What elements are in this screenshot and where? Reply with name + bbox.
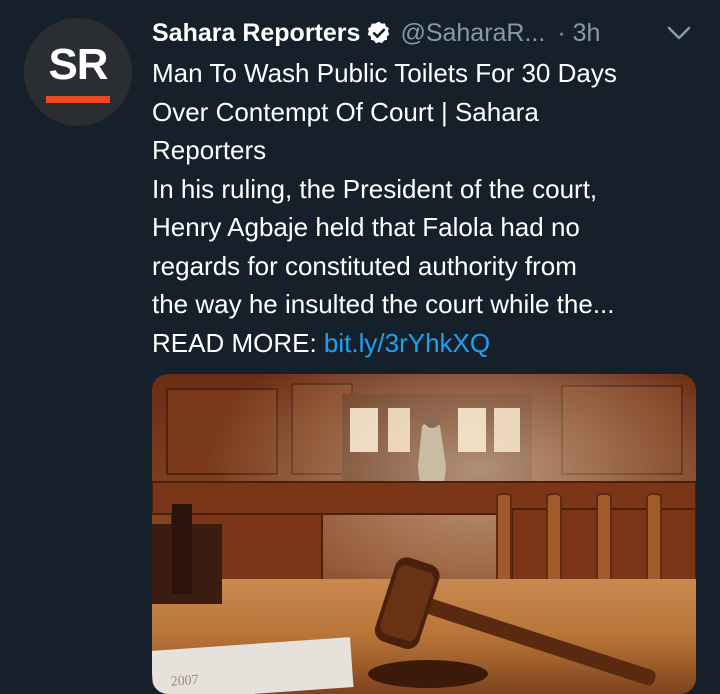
avatar-logo-bar <box>46 96 110 103</box>
tweet-text-line: Over Contempt Of Court | Sahara <box>152 96 539 127</box>
read-more-label: READ MORE: <box>152 327 324 358</box>
tweet-text-line: In his ruling, the President of the cour… <box>152 173 598 204</box>
avatar-logo-text: SR <box>48 40 108 89</box>
tweet-image[interactable]: 2007 <box>152 374 696 694</box>
tweet-text-line: regards for constituted authority from <box>152 250 577 281</box>
tweet-header: Sahara Reporters @SaharaR... · 3h <box>152 16 600 50</box>
tweet-text-line: the way he insulted the court while the.… <box>152 289 615 319</box>
read-more-line: READ MORE: bit.ly/3rYhkXQ <box>152 324 700 363</box>
tweet-text-line: Reporters <box>152 135 267 165</box>
chevron-down-icon[interactable] <box>664 22 694 44</box>
author-name[interactable]: Sahara Reporters <box>152 18 360 48</box>
article-link[interactable]: bit.ly/3rYhkXQ <box>324 328 490 358</box>
tweet-text-line: Man To Wash Public Toilets For 30 Days <box>152 58 617 88</box>
verified-badge-icon <box>368 21 390 44</box>
tweet-timestamp[interactable]: · 3h <box>557 18 600 48</box>
tweet-text: Man To Wash Public Toilets For 30 Days O… <box>152 54 700 362</box>
image-stamp-text: 2007 <box>170 673 199 690</box>
avatar[interactable]: SR <box>24 18 132 126</box>
author-handle[interactable]: @SaharaR... <box>400 18 545 48</box>
courtroom-gavel-image: 2007 <box>152 374 696 694</box>
tweet-text-line: Henry Agbaje held that Falola had no <box>152 212 580 242</box>
